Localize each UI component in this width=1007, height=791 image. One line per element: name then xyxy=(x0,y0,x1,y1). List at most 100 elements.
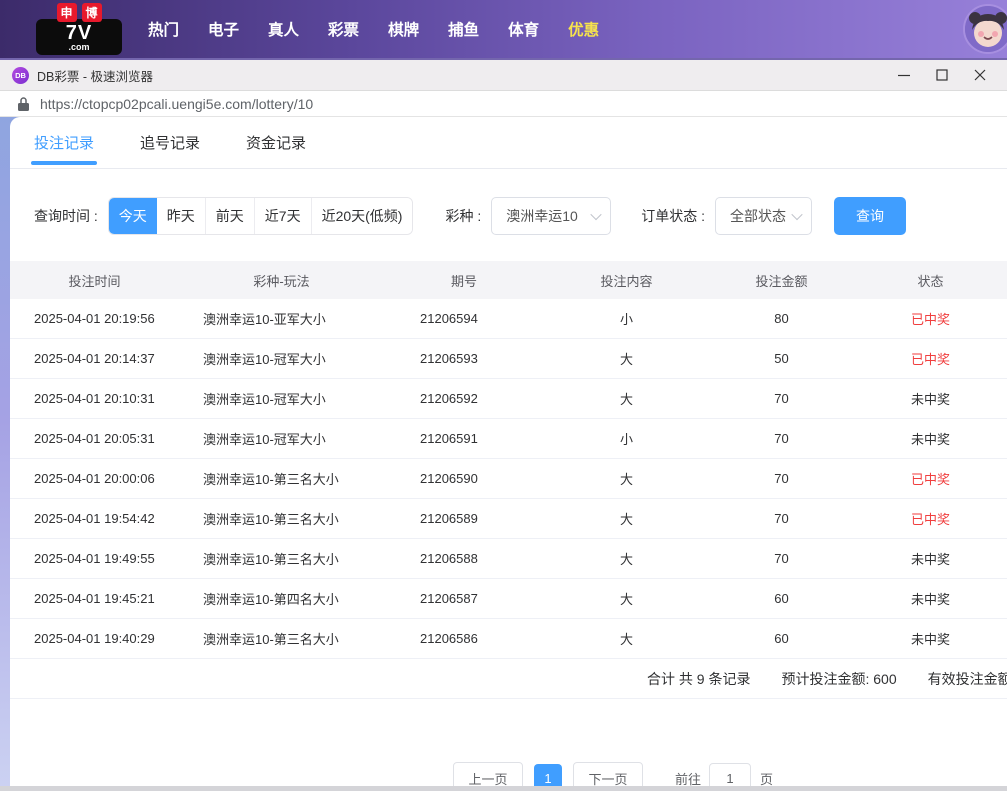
table-row: 2025-04-01 20:19:56 澳洲幸运10-亚军大小 21206594… xyxy=(10,299,1007,339)
summary-item: 预计投注金额: 600 xyxy=(781,669,896,689)
cell-bet-amount: 70 xyxy=(709,391,854,406)
cell-game-play: 澳洲幸运10-亚军大小 xyxy=(179,309,384,328)
cell-issue: 21206586 xyxy=(384,631,544,646)
table-row: 2025-04-01 19:45:21 澳洲幸运10-第四名大小 2120658… xyxy=(10,579,1007,619)
nav-menu-item[interactable]: 体育 xyxy=(508,18,539,40)
browser-favicon: DB xyxy=(12,67,29,84)
table-row: 2025-04-01 20:14:37 澳洲幸运10-冠军大小 21206593… xyxy=(10,339,1007,379)
cell-bet-time: 2025-04-01 19:45:21 xyxy=(10,591,179,606)
time-filter-button[interactable]: 前天 xyxy=(205,198,254,234)
lottery-filter-label: 彩种 : xyxy=(445,206,481,226)
cell-bet-amount: 70 xyxy=(709,511,854,526)
cell-bet-content: 大 xyxy=(544,549,709,568)
nav-menu-item[interactable]: 棋牌 xyxy=(388,18,419,40)
record-tab[interactable]: 资金记录 xyxy=(246,117,306,168)
table-row: 2025-04-01 19:40:29 澳洲幸运10-第三名大小 2120658… xyxy=(10,619,1007,659)
cell-bet-content: 大 xyxy=(544,389,709,408)
table-row: 2025-04-01 20:00:06 澳洲幸运10-第三名大小 2120659… xyxy=(10,459,1007,499)
cell-bet-amount: 80 xyxy=(709,311,854,326)
logo-badges: 申 博 xyxy=(36,3,122,22)
minimize-icon[interactable] xyxy=(885,62,923,88)
header-bet-amount: 投注金额 xyxy=(709,271,854,290)
maximize-icon[interactable] xyxy=(923,62,961,88)
cell-issue: 21206593 xyxy=(384,351,544,366)
nav-menu: 热门 电子 真人 彩票 棋牌 捕鱼 体育 优惠 xyxy=(148,18,599,40)
site-logo[interactable]: 申 博 7V .com xyxy=(36,3,122,56)
nav-menu-item[interactable]: 电子 xyxy=(208,18,239,40)
cell-bet-content: 大 xyxy=(544,509,709,528)
table-body: 2025-04-01 20:19:56 澳洲幸运10-亚军大小 21206594… xyxy=(10,299,1007,659)
cell-bet-amount: 60 xyxy=(709,631,854,646)
status-select[interactable]: 全部状态 xyxy=(715,197,812,235)
time-filter-button[interactable]: 昨天 xyxy=(157,198,205,234)
cell-bet-content: 小 xyxy=(544,429,709,448)
table-row: 2025-04-01 19:54:42 澳洲幸运10-第三名大小 2120658… xyxy=(10,499,1007,539)
record-tab[interactable]: 追号记录 xyxy=(140,117,200,168)
cell-issue: 21206594 xyxy=(384,311,544,326)
cell-bet-time: 2025-04-01 20:00:06 xyxy=(10,471,179,486)
summary-row: 合计 共 9 条记录 预计投注金额: 600 有效投注金额 xyxy=(10,659,1007,699)
lottery-select[interactable]: 澳洲幸运10 xyxy=(491,197,611,235)
logo-box: 7V .com xyxy=(36,19,122,56)
browser-window-title: DB彩票 - 极速浏览器 xyxy=(37,66,153,85)
cell-bet-amount: 70 xyxy=(709,431,854,446)
window-controls xyxy=(885,62,999,88)
cell-issue: 21206592 xyxy=(384,391,544,406)
cell-bet-time: 2025-04-01 19:54:42 xyxy=(10,511,179,526)
cell-status: 未中奖 xyxy=(854,429,1007,448)
page-suffix-label: 页 xyxy=(760,769,773,788)
url-bar[interactable]: https://ctopcp02pcali.uengi5e.com/lotter… xyxy=(0,91,1007,117)
cell-game-play: 澳洲幸运10-冠军大小 xyxy=(179,389,384,408)
header-game-play: 彩种-玩法 xyxy=(179,271,384,290)
nav-menu-item[interactable]: 优惠 xyxy=(568,18,599,40)
user-avatar[interactable] xyxy=(963,4,1007,54)
nav-menu-item[interactable]: 捕鱼 xyxy=(448,18,479,40)
search-button[interactable]: 查询 xyxy=(834,197,906,235)
nav-menu-item[interactable]: 热门 xyxy=(148,18,179,40)
table-header-row: 投注时间 彩种-玩法 期号 投注内容 投注金额 状态 xyxy=(10,261,1007,299)
avatar-illustration xyxy=(965,6,1007,52)
record-tab[interactable]: 投注记录 xyxy=(34,117,94,168)
nav-menu-item[interactable]: 真人 xyxy=(268,18,299,40)
header-issue: 期号 xyxy=(384,271,544,290)
cell-issue: 21206588 xyxy=(384,551,544,566)
cell-status: 未中奖 xyxy=(854,389,1007,408)
header-bet-content: 投注内容 xyxy=(544,271,709,290)
content-card: 投注记录 追号记录 资金记录 查询时间 : 今天 昨天 前天 近7天 近20天(… xyxy=(10,117,1007,791)
summary-item: 有效投注金额 xyxy=(928,669,1007,689)
time-filter-button[interactable]: 今天 xyxy=(109,198,157,234)
cell-bet-time: 2025-04-01 20:05:31 xyxy=(10,431,179,446)
logo-main-text: 7V xyxy=(36,23,122,43)
header-status: 状态 xyxy=(854,271,1007,290)
cell-bet-content: 大 xyxy=(544,349,709,368)
logo-sub-text: .com xyxy=(36,43,122,53)
goto-page-label: 前往 xyxy=(675,769,701,788)
nav-menu-item[interactable]: 彩票 xyxy=(328,18,359,40)
record-tabs: 投注记录 追号记录 资金记录 xyxy=(10,117,1007,169)
cell-status: 已中奖 xyxy=(854,469,1007,488)
cell-game-play: 澳洲幸运10-第四名大小 xyxy=(179,589,384,608)
chevron-down-icon xyxy=(791,209,802,220)
time-filter-button[interactable]: 近7天 xyxy=(254,198,311,234)
cell-bet-time: 2025-04-01 20:10:31 xyxy=(10,391,179,406)
cell-game-play: 澳洲幸运10-第三名大小 xyxy=(179,629,384,648)
cell-game-play: 澳洲幸运10-第三名大小 xyxy=(179,549,384,568)
cell-bet-content: 大 xyxy=(544,469,709,488)
time-filter-button[interactable]: 近20天(低频) xyxy=(311,198,413,234)
summary-item: 合计 共 9 条记录 xyxy=(647,669,750,689)
lock-icon xyxy=(18,97,29,111)
cell-issue: 21206589 xyxy=(384,511,544,526)
filter-bar: 查询时间 : 今天 昨天 前天 近7天 近20天(低频) 彩种 : 澳洲幸运10 xyxy=(34,197,1007,235)
cell-bet-time: 2025-04-01 19:49:55 xyxy=(10,551,179,566)
logo-badge-left: 申 xyxy=(57,3,77,22)
status-select-value: 全部状态 xyxy=(730,206,786,226)
cell-bet-amount: 50 xyxy=(709,351,854,366)
cell-game-play: 澳洲幸运10-第三名大小 xyxy=(179,509,384,528)
close-icon[interactable] xyxy=(961,62,999,88)
cell-bet-content: 小 xyxy=(544,309,709,328)
url-text: https://ctopcp02pcali.uengi5e.com/lotter… xyxy=(40,96,313,112)
cell-bet-time: 2025-04-01 19:40:29 xyxy=(10,631,179,646)
cell-bet-amount: 70 xyxy=(709,471,854,486)
bet-record-table: 投注时间 彩种-玩法 期号 投注内容 投注金额 状态 2025-04-01 20… xyxy=(10,261,1007,699)
page-background: 投注记录 追号记录 资金记录 查询时间 : 今天 昨天 前天 近7天 近20天(… xyxy=(0,117,1007,791)
